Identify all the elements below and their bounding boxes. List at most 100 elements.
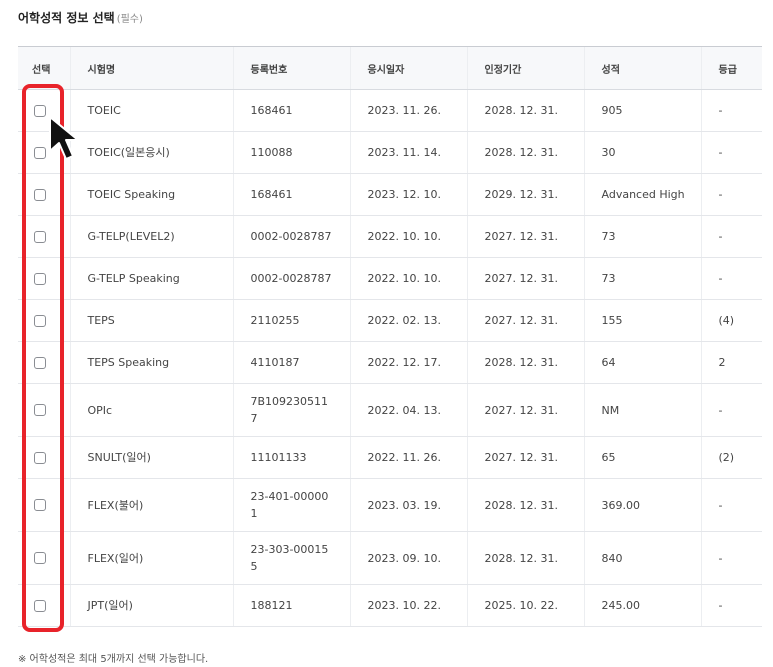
- table-row[interactable]: SNULT(일어) 11101133 2022. 11. 26. 2027. 12. …: [18, 436, 762, 479]
- select-cell[interactable]: [18, 173, 70, 216]
- row-select-checkbox[interactable]: [34, 356, 46, 369]
- test-date-text: 2022. 02. 13.: [367, 314, 441, 327]
- exam-name-text: JPT(일어): [87, 599, 133, 612]
- select-cell[interactable]: [18, 89, 70, 132]
- reg-no-text: 168461: [250, 104, 293, 117]
- exam-name-text: SNULT(일어): [87, 451, 151, 464]
- test-date-cell: 2023. 11. 26.: [349, 89, 467, 132]
- select-cell[interactable]: [18, 383, 70, 437]
- row-select-checkbox[interactable]: [34, 552, 46, 564]
- exam-name-cell: TEPS: [69, 299, 233, 342]
- col-header-exam: 시험명: [69, 46, 233, 90]
- valid-until-cell: 2029. 12. 31.: [466, 173, 584, 216]
- select-cell[interactable]: [18, 215, 70, 258]
- row-select-checkbox[interactable]: [34, 599, 46, 612]
- row-select-checkbox[interactable]: [34, 314, 46, 327]
- row-select-checkbox[interactable]: [34, 104, 46, 117]
- score-text: 73: [601, 230, 616, 243]
- table-row[interactable]: TOEIC 168461 2023. 11. 26. 2028. 12. 31. 905…: [18, 89, 762, 132]
- valid-until-cell: 2028. 12. 31.: [466, 341, 584, 384]
- valid-until-text: 2025. 10. 22.: [484, 599, 558, 612]
- row-select-checkbox[interactable]: [34, 230, 46, 243]
- reg-no-text: 110088: [250, 146, 293, 159]
- grade-cell: -: [700, 89, 762, 132]
- exam-name-text: TOEIC(일본응시): [87, 146, 170, 159]
- row-select-checkbox[interactable]: [34, 272, 46, 285]
- table-row[interactable]: JPT(일어) 188121 2023. 10. 22. 2025. 10. 22. 2…: [18, 584, 762, 627]
- row-select-checkbox[interactable]: [34, 499, 46, 511]
- test-date-cell: 2022. 12. 17.: [349, 341, 467, 384]
- test-date-cell: 2022. 11. 26.: [349, 436, 467, 479]
- valid-until-text: 2028. 12. 31.: [484, 356, 558, 369]
- reg-no-text: 0002-0028787: [250, 272, 332, 285]
- select-cell[interactable]: [18, 131, 70, 174]
- table-row[interactable]: OPIc 7B1092305117 2022. 04. 13. 2027. 12. 3…: [18, 383, 762, 437]
- reg-no-text: 23-401-000001: [250, 490, 329, 520]
- valid-until-cell: 2027. 12. 31.: [466, 383, 584, 437]
- valid-until-text: 2027. 12. 31.: [484, 451, 558, 464]
- test-date-text: 2023. 09. 10.: [367, 551, 441, 565]
- reg-no-text: 0002-0028787: [250, 230, 332, 243]
- score-cell: 245.00: [583, 584, 701, 627]
- select-cell[interactable]: [18, 584, 70, 627]
- grade-cell: -: [700, 215, 762, 258]
- valid-until-text: 2027. 12. 31.: [484, 230, 558, 243]
- select-cell[interactable]: [18, 436, 70, 479]
- reg-no-cell: 168461: [232, 89, 350, 132]
- table-row[interactable]: TOEIC Speaking 168461 2023. 12. 10. 2029. 1…: [18, 173, 762, 216]
- score-text: 245.00: [601, 599, 641, 612]
- col-header-score: 성적: [583, 46, 701, 90]
- table-row[interactable]: FLEX(불어) 23-401-000001 2023. 03. 19. 2028. …: [18, 478, 762, 532]
- reg-no-cell: 0002-0028787: [232, 215, 350, 258]
- score-cell: 369.00: [583, 478, 701, 532]
- select-cell[interactable]: [18, 531, 70, 585]
- select-cell[interactable]: [18, 478, 70, 532]
- exam-name-text: TEPS Speaking: [87, 356, 170, 369]
- grade-text: -: [718, 230, 723, 243]
- reg-no-text: 4110187: [250, 356, 300, 369]
- reg-no-cell: 23-303-000155: [232, 531, 350, 585]
- score-cell: 73: [583, 257, 701, 300]
- exam-name-text: FLEX(불어): [87, 498, 144, 512]
- grade-cell: (2): [700, 436, 762, 479]
- col-header-select: 선택: [18, 46, 70, 90]
- exam-name-cell: G-TELP Speaking: [69, 257, 233, 300]
- select-cell[interactable]: [18, 257, 70, 300]
- valid-until-text: 2027. 12. 31.: [484, 272, 558, 285]
- valid-until-text: 2027. 12. 31.: [484, 314, 558, 327]
- test-date-text: 2023. 03. 19.: [367, 498, 441, 512]
- grade-text: (4): [718, 314, 735, 327]
- grade-text: -: [718, 403, 723, 417]
- table-row[interactable]: TEPS 2110255 2022. 02. 13. 2027. 12. 31. 155…: [18, 299, 762, 342]
- col-header-grade: 등급: [700, 46, 762, 90]
- row-select-checkbox[interactable]: [34, 146, 46, 159]
- exam-name-cell: FLEX(일어): [69, 531, 233, 585]
- test-date-cell: 2023. 09. 10.: [349, 531, 467, 585]
- score-cell: 905: [583, 89, 701, 132]
- table-row[interactable]: FLEX(일어) 23-303-000155 2023. 09. 10. 2028. …: [18, 531, 762, 585]
- col-header-test-date: 응시일자: [349, 46, 467, 90]
- table-row[interactable]: TEPS Speaking 4110187 2022. 12. 17. 2028. 1…: [18, 341, 762, 384]
- selection-limit-note: ※ 어학성적은 최대 5개까지 선택 가능합니다.: [18, 654, 209, 665]
- reg-no-cell: 23-401-000001: [232, 478, 350, 532]
- grade-cell: 2: [700, 341, 762, 384]
- table-row[interactable]: G-TELP Speaking 0002-0028787 2022. 10. 10.…: [18, 257, 762, 300]
- section-title: 어학성적 정보 선택 (필수): [18, 9, 143, 26]
- select-cell[interactable]: [18, 341, 70, 384]
- test-date-text: 2023. 10. 22.: [367, 599, 441, 612]
- row-select-checkbox[interactable]: [34, 451, 46, 464]
- row-select-checkbox[interactable]: [34, 404, 46, 416]
- valid-until-cell: 2027. 12. 31.: [466, 215, 584, 258]
- exam-name-text: TOEIC Speaking: [87, 188, 176, 201]
- table-row[interactable]: TOEIC(일본응시) 110088 2023. 11. 14. 2028. 12. …: [18, 131, 762, 174]
- reg-no-cell: 0002-0028787: [232, 257, 350, 300]
- valid-until-text: 2027. 12. 31.: [484, 403, 558, 417]
- required-mark: (필수): [116, 14, 143, 25]
- table-row[interactable]: G-TELP(LEVEL2) 0002-0028787 2022. 10. 10. 2…: [18, 215, 762, 258]
- score-text: 905: [601, 104, 623, 117]
- row-select-checkbox[interactable]: [34, 188, 46, 201]
- select-cell[interactable]: [18, 299, 70, 342]
- reg-no-text: 23-303-000155: [250, 543, 329, 573]
- exam-name-cell: TEPS Speaking: [69, 341, 233, 384]
- exam-name-text: TOEIC: [87, 104, 121, 117]
